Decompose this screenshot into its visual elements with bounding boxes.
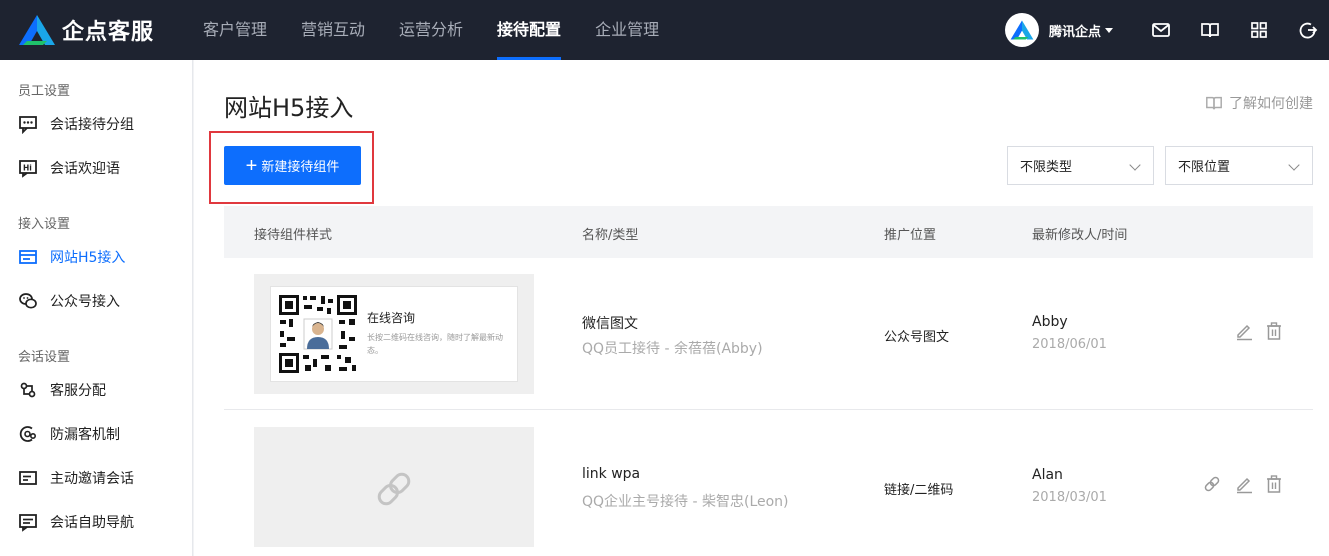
logo[interactable]: 企点客服 — [18, 14, 154, 46]
row-modifier: Alan — [1032, 467, 1063, 483]
message-lines-icon — [19, 514, 37, 532]
row-position: 公众号图文 — [884, 330, 950, 345]
logout-icon[interactable] — [1298, 20, 1318, 40]
row-position: 链接/二维码 — [884, 483, 954, 498]
book-icon[interactable] — [1200, 20, 1220, 40]
column-header-modifier-time: 最新修改人/时间 — [1032, 228, 1128, 243]
row-name: link wpa — [582, 466, 641, 482]
sidebar-section-session: 会话设置 — [18, 350, 71, 365]
sidebar-item-official-account[interactable]: 公众号接入 — [18, 289, 188, 313]
type-filter-select[interactable]: 不限类型 — [1007, 146, 1154, 185]
user-menu[interactable]: 腾讯企点 — [1005, 13, 1114, 47]
sidebar-item-reception-groups[interactable]: 会话接待分组 — [18, 112, 188, 136]
wechat-icon — [19, 293, 37, 309]
table-row: 在线咨询 长按二维码在线咨询，随时了解最新动态。 微信图文 QQ员工接待 - 余… — [224, 258, 1313, 410]
sidebar-item-label: 客服分配 — [50, 383, 106, 399]
sidebar-item-label: 防漏客机制 — [50, 427, 120, 443]
nav-operations-analysis[interactable]: 运营分析 — [382, 0, 480, 60]
book-icon — [1206, 96, 1222, 110]
position-filter-value: 不限位置 — [1178, 160, 1231, 175]
column-header-name-type: 名称/类型 — [582, 228, 639, 243]
logo-icon — [19, 15, 55, 45]
logo-text: 企点客服 — [62, 20, 155, 45]
main-nav: 客户管理 营销互动 运营分析 接待配置 企业管理 — [186, 0, 676, 60]
new-widget-button-label: 新建接待组件 — [261, 159, 340, 174]
chevron-down-icon — [1129, 159, 1141, 171]
sidebar-item-welcome-message[interactable]: Hi 会话欢迎语 — [18, 156, 188, 180]
user-name: 腾讯企点 — [1049, 24, 1102, 40]
position-filter-select[interactable]: 不限位置 — [1165, 146, 1313, 185]
nav-marketing-interaction[interactable]: 营销互动 — [284, 0, 382, 60]
chat-group-icon — [19, 116, 37, 134]
link-icon — [377, 472, 411, 506]
new-widget-button[interactable]: + 新建接待组件 — [224, 146, 361, 185]
type-filter-value: 不限类型 — [1020, 160, 1073, 175]
sidebar-item-label: 网站H5接入 — [50, 250, 126, 266]
nav-customer-management[interactable]: 客户管理 — [186, 0, 284, 60]
sidebar-item-label: 会话接待分组 — [50, 117, 134, 133]
sidebar-section-access: 接入设置 — [18, 217, 71, 232]
widget-preview[interactable]: 在线咨询 长按二维码在线咨询，随时了解最新动态。 — [254, 274, 534, 394]
row-modifier: Abby — [1032, 314, 1068, 330]
trash-icon[interactable] — [1264, 474, 1284, 494]
invite-card-icon — [19, 471, 37, 485]
preview-card: 在线咨询 长按二维码在线咨询，随时了解最新动态。 — [270, 286, 518, 382]
table-row: link wpa QQ企业主号接待 - 柴智忠(Leon) 链接/二维码 Ala… — [224, 411, 1313, 556]
sidebar-item-label: 会话欢迎语 — [50, 161, 120, 177]
browser-window-icon — [19, 250, 37, 264]
help-link[interactable]: 了解如何创建 — [1205, 93, 1313, 113]
chevron-down-icon — [1288, 159, 1300, 171]
preview-card-title: 在线咨询 — [367, 311, 416, 325]
row-subtitle: QQ企业主号接待 - 柴智忠(Leon) — [582, 494, 789, 510]
widget-preview[interactable] — [254, 427, 534, 547]
table-header: 接待组件样式 名称/类型 推广位置 最新修改人/时间 — [224, 206, 1313, 258]
svg-text:Hi: Hi — [23, 164, 32, 173]
trash-icon[interactable] — [1264, 321, 1284, 341]
row-subtitle: QQ员工接待 - 余蓓蓓(Abby) — [582, 341, 763, 357]
sidebar-item-proactive-invite[interactable]: 主动邀请会话 — [18, 466, 188, 490]
link-icon[interactable] — [1202, 474, 1222, 494]
sidebar-section-staff: 员工设置 — [18, 84, 71, 99]
main-content: 网站H5接入 了解如何创建 + 新建接待组件 不限类型 不限位置 接待组件样式 … — [194, 60, 1329, 556]
sidebar-item-label: 公众号接入 — [50, 294, 120, 310]
column-header-style: 接待组件样式 — [254, 228, 333, 243]
anti-leak-icon — [19, 426, 37, 442]
row-time: 2018/06/01 — [1032, 337, 1107, 352]
plus-icon: + — [245, 154, 258, 177]
avatar — [1005, 13, 1039, 47]
row-time: 2018/03/01 — [1032, 490, 1107, 505]
edit-icon[interactable] — [1234, 321, 1254, 341]
help-link-label: 了解如何创建 — [1229, 96, 1313, 112]
sidebar-item-label: 会话自助导航 — [50, 515, 134, 531]
apps-grid-icon[interactable] — [1249, 20, 1269, 40]
page-title: 网站H5接入 — [224, 94, 354, 122]
qr-code-icon — [277, 293, 359, 375]
mail-icon[interactable] — [1151, 20, 1171, 40]
nav-reception-config[interactable]: 接待配置 — [480, 0, 578, 60]
sidebar-item-website-h5[interactable]: 网站H5接入 — [18, 245, 188, 269]
avatar-logo-icon — [1010, 20, 1034, 40]
column-header-position: 推广位置 — [884, 228, 937, 243]
preview-card-description: 长按二维码在线咨询，随时了解最新动态。 — [367, 333, 503, 355]
row-name: 微信图文 — [582, 316, 638, 332]
sidebar-item-self-service-nav[interactable]: 会话自助导航 — [18, 510, 188, 534]
nav-enterprise-management[interactable]: 企业管理 — [578, 0, 676, 60]
sidebar-item-anti-leak[interactable]: 防漏客机制 — [18, 422, 188, 446]
caret-down-icon — [1105, 27, 1114, 33]
edit-icon[interactable] — [1234, 474, 1254, 494]
hi-message-icon: Hi — [19, 160, 37, 178]
sidebar-item-agent-assignment[interactable]: 客服分配 — [18, 378, 188, 402]
top-bar: 企点客服 客户管理 营销互动 运营分析 接待配置 企业管理 腾讯企点 — [0, 0, 1329, 60]
sidebar-item-label: 主动邀请会话 — [50, 471, 134, 487]
sidebar: 员工设置 会话接待分组 Hi 会话欢迎语 接入设置 网站H5接入 公众号接入 会… — [0, 60, 193, 556]
assignment-icon — [20, 382, 36, 398]
